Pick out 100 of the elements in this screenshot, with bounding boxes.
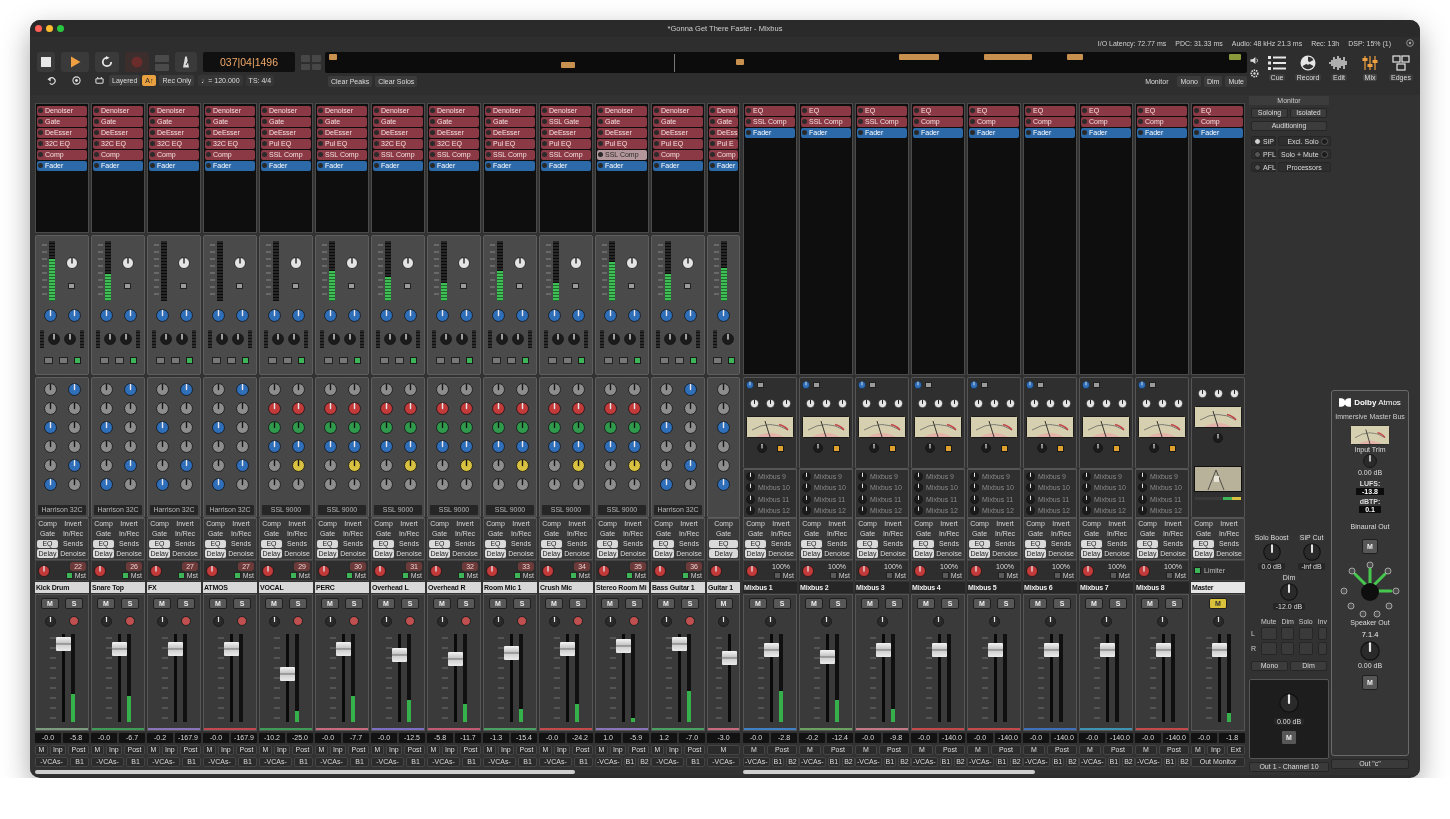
fader-handle[interactable]	[1155, 642, 1171, 657]
knob-icon[interactable]	[571, 459, 585, 472]
led-icon[interactable]	[776, 444, 784, 452]
knob-icon[interactable]	[1026, 472, 1035, 482]
fader-handle[interactable]	[671, 636, 687, 651]
knob-icon[interactable]	[1156, 615, 1168, 627]
fader-handle[interactable]	[1043, 642, 1059, 657]
knob-icon[interactable]	[571, 402, 585, 415]
knob-icon[interactable]	[1212, 615, 1224, 627]
led-icon[interactable]	[348, 283, 355, 289]
knob-icon[interactable]	[1029, 398, 1039, 408]
pan-knob-icon[interactable]	[710, 564, 722, 577]
knob-icon[interactable]	[100, 615, 112, 627]
checkbox-icon[interactable]	[457, 571, 465, 579]
knob-icon[interactable]	[380, 615, 392, 627]
knob-icon[interactable]	[1026, 494, 1035, 504]
scrollbar-thumb[interactable]	[35, 770, 575, 774]
knob-icon[interactable]	[43, 478, 57, 491]
knob-icon[interactable]	[323, 308, 337, 322]
knob-icon[interactable]	[547, 440, 561, 453]
knob-icon[interactable]	[660, 615, 672, 627]
loop-button[interactable]	[95, 52, 119, 72]
knob-icon[interactable]	[970, 505, 979, 515]
knob-icon[interactable]	[328, 333, 340, 345]
knob-icon[interactable]	[235, 459, 249, 472]
knob-icon[interactable]	[627, 308, 641, 322]
rounded-box-icon[interactable]	[95, 75, 104, 85]
knob-icon[interactable]	[802, 472, 811, 482]
knob-icon[interactable]	[858, 483, 867, 493]
checkbox-icon[interactable]	[177, 571, 185, 579]
knob-icon[interactable]	[515, 440, 529, 453]
record-arm-icon[interactable]	[125, 616, 136, 626]
knob-icon[interactable]	[1044, 615, 1056, 627]
knob-icon[interactable]	[820, 615, 832, 627]
knob-icon[interactable]	[571, 308, 585, 322]
knob-icon[interactable]	[176, 333, 188, 345]
knob-icon[interactable]	[1173, 398, 1183, 408]
knob-icon[interactable]	[48, 333, 60, 345]
led-icon[interactable]	[124, 283, 131, 289]
knob-icon[interactable]	[1005, 398, 1015, 408]
checkbox-icon[interactable]	[233, 571, 241, 579]
pan-knob-icon[interactable]	[94, 564, 106, 577]
checkbox-icon[interactable]	[513, 571, 521, 579]
close-icon[interactable]	[35, 25, 42, 32]
fader-handle[interactable]	[503, 646, 519, 661]
pan-knob-icon[interactable]	[598, 564, 610, 577]
checkbox-icon[interactable]	[289, 571, 297, 579]
marker-icon[interactable]	[899, 54, 940, 60]
knob-icon[interactable]	[155, 478, 169, 491]
knob-icon[interactable]	[680, 333, 692, 345]
checkbox-icon[interactable]	[401, 571, 409, 579]
knob-icon[interactable]	[1101, 398, 1111, 408]
knob-icon[interactable]	[933, 398, 943, 408]
knob-icon[interactable]	[99, 478, 113, 491]
checkbox-icon[interactable]	[997, 571, 1005, 579]
fader-handle[interactable]	[987, 642, 1003, 657]
knob-icon[interactable]	[659, 308, 673, 322]
knob-icon[interactable]	[717, 478, 730, 491]
knob-icon[interactable]	[858, 472, 867, 482]
led-icon[interactable]	[180, 283, 187, 289]
knob-icon[interactable]	[627, 440, 641, 453]
knob-icon[interactable]	[1082, 494, 1091, 504]
knob-icon[interactable]	[1262, 543, 1281, 561]
knob-icon[interactable]	[268, 615, 280, 627]
led-icon[interactable]	[1112, 444, 1120, 452]
play-button[interactable]	[61, 52, 89, 72]
pan-knob-icon[interactable]	[542, 564, 554, 577]
record-arm-icon[interactable]	[629, 616, 640, 626]
knob-icon[interactable]	[291, 402, 305, 415]
knob-icon[interactable]	[893, 398, 903, 408]
knob-icon[interactable]	[216, 333, 228, 345]
knob-icon[interactable]	[156, 615, 168, 627]
knob-icon[interactable]	[571, 440, 585, 453]
knob-icon[interactable]	[235, 383, 249, 396]
pan-knob-icon[interactable]	[38, 564, 50, 577]
knob-icon[interactable]	[272, 333, 284, 345]
knob-icon[interactable]	[459, 459, 473, 472]
knob-icon[interactable]	[1141, 398, 1151, 408]
fader-handle[interactable]	[447, 651, 463, 666]
knob-icon[interactable]	[746, 472, 755, 482]
knob-icon[interactable]	[491, 402, 505, 415]
knob-icon[interactable]	[99, 421, 113, 434]
led-icon[interactable]	[888, 444, 896, 452]
knob-icon[interactable]	[970, 472, 979, 482]
knob-icon[interactable]	[722, 333, 735, 345]
led-icon[interactable]	[689, 356, 697, 364]
knob-icon[interactable]	[267, 440, 281, 453]
led-icon[interactable]	[185, 356, 193, 364]
knob-icon[interactable]	[664, 333, 676, 345]
led-icon[interactable]	[129, 356, 137, 364]
knob-icon[interactable]	[43, 421, 57, 434]
fader-handle[interactable]	[335, 641, 351, 656]
knob-icon[interactable]	[917, 398, 927, 408]
knob-icon[interactable]	[267, 308, 281, 322]
knob-icon[interactable]	[802, 483, 811, 493]
knob-icon[interactable]	[456, 333, 468, 345]
checkbox-icon[interactable]	[625, 571, 633, 579]
record-arm-icon[interactable]	[685, 616, 696, 626]
radio-icon[interactable]	[1254, 150, 1261, 158]
knob-icon[interactable]	[1138, 483, 1147, 493]
